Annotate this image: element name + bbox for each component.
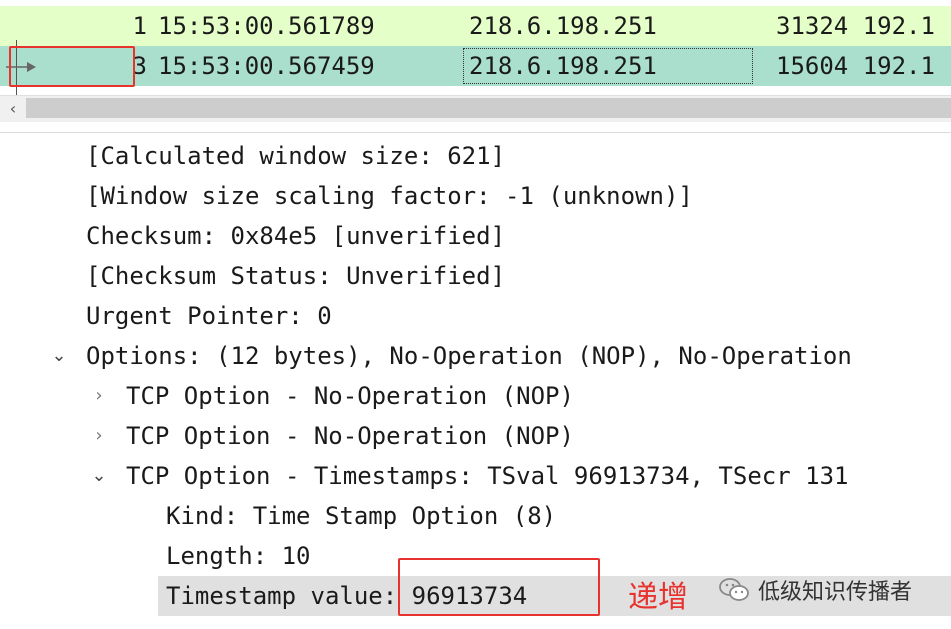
tree-item[interactable]: [Window size scaling factor: -1 (unknown…: [0, 176, 951, 216]
packet-row-selected[interactable]: 3 15:53:00.567459 218.6.198.251 15604 19…: [0, 40, 951, 100]
packet-destination: 15604 192.1: [776, 52, 935, 80]
tree-item[interactable]: Kind: Time Stamp Option (8): [0, 496, 951, 536]
tree-item-label: TCP Option - No-Operation (NOP): [126, 422, 574, 450]
annotation-label: 递增: [628, 580, 688, 615]
tree-item-label: [Calculated window size: 621]: [86, 142, 506, 170]
wechat-icon: [719, 578, 749, 601]
chevron-right-icon[interactable]: ›: [89, 416, 109, 456]
chevron-down-icon[interactable]: ⌄: [49, 336, 69, 376]
chevron-down-icon[interactable]: ⌄: [89, 456, 109, 496]
packet-source: 218.6.198.251: [469, 12, 657, 40]
highlight-box-packet: [9, 46, 135, 87]
pane-divider[interactable]: [0, 132, 951, 133]
tree-item-label: [Checksum Status: Unverified]: [86, 262, 506, 290]
cell-focus-outline: [463, 48, 753, 84]
tree-item[interactable]: Urgent Pointer: 0: [0, 296, 951, 336]
chevron-left-icon[interactable]: ‹: [3, 99, 23, 119]
tree-item-label: Options: (12 bytes), No-Operation (NOP),…: [86, 342, 852, 370]
highlight-box-timestamp: [398, 558, 600, 616]
packet-time: 15:53:00.567459: [158, 52, 375, 80]
packet-number: 1: [132, 12, 147, 40]
watermark-text: 低级知识传播者: [758, 580, 913, 605]
scrollbar-thumb[interactable]: [26, 98, 951, 118]
packet-row[interactable]: 1 15:53:00.561789 218.6.198.251 31324 19…: [0, 6, 951, 46]
tree-item[interactable]: [Checksum Status: Unverified]: [0, 256, 951, 296]
tree-item-label: TCP Option - No-Operation (NOP): [126, 382, 574, 410]
tree-item-option[interactable]: › TCP Option - No-Operation (NOP): [0, 376, 951, 416]
tree-item-options[interactable]: ⌄ Options: (12 bytes), No-Operation (NOP…: [0, 336, 951, 376]
horizontal-scrollbar[interactable]: ‹: [0, 95, 951, 122]
tree-item[interactable]: Checksum: 0x84e5 [unverified]: [0, 216, 951, 256]
tree-item-option-timestamps[interactable]: ⌄ TCP Option - Timestamps: TSval 9691373…: [0, 456, 951, 496]
watermark: 低级知识传播者: [718, 572, 912, 608]
packet-time: 15:53:00.561789: [158, 12, 375, 40]
tree-item-label: TCP Option - Timestamps: TSval 96913734,…: [126, 462, 849, 490]
tree-item-option[interactable]: › TCP Option - No-Operation (NOP): [0, 416, 951, 456]
tree-item-partial[interactable]: [160, 616, 660, 629]
packet-destination: 31324 192.1: [776, 12, 935, 40]
tree-item-label: Checksum: 0x84e5 [unverified]: [86, 222, 506, 250]
tree-item-label: Length: 10: [166, 542, 311, 570]
tree-item-label: [Window size scaling factor: -1 (unknown…: [86, 182, 693, 210]
tree-item-label: Urgent Pointer: 0: [86, 302, 332, 330]
tree-item-label: Kind: Time Stamp Option (8): [166, 502, 557, 530]
chevron-right-icon[interactable]: ›: [89, 376, 109, 416]
tree-item[interactable]: [Calculated window size: 621]: [0, 136, 951, 176]
